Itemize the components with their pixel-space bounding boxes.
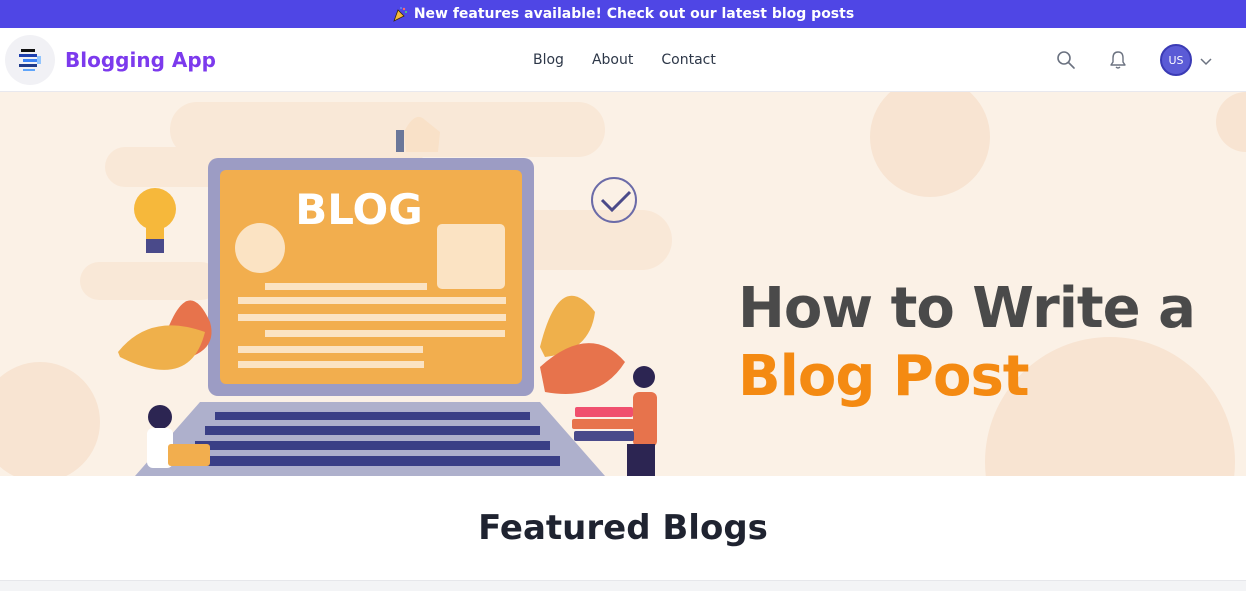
brand-name[interactable]: Blogging App xyxy=(65,48,216,72)
main-nav: Blog About Contact xyxy=(533,28,716,92)
app-logo[interactable] xyxy=(5,34,55,85)
hero-title-line1: How to Write a xyxy=(738,276,1196,341)
nav-actions: US xyxy=(1054,28,1212,92)
party-popper-icon xyxy=(392,6,408,22)
announcement-bar: New features available! Check out our la… xyxy=(0,0,1246,28)
nav-link-about[interactable]: About xyxy=(592,52,633,68)
hero-title: How to Write a Blog Post xyxy=(738,275,1196,411)
bell-icon[interactable] xyxy=(1106,48,1130,72)
user-avatar[interactable]: US xyxy=(1160,44,1192,76)
hero-banner: BLOG How to Write a Blog Post xyxy=(0,92,1246,476)
announcement-text[interactable]: New features available! Check out our la… xyxy=(414,6,854,22)
nav-link-contact[interactable]: Contact xyxy=(661,52,715,68)
featured-heading: Featured Blogs xyxy=(478,508,768,548)
search-icon[interactable] xyxy=(1054,48,1078,72)
featured-section: Featured Blogs xyxy=(0,476,1246,580)
hero-title-line2: Blog Post xyxy=(738,344,1030,409)
hero-image-label: BLOG xyxy=(295,185,422,234)
chevron-down-icon[interactable] xyxy=(1200,51,1212,70)
content-divider xyxy=(0,580,1246,591)
top-navbar: Blogging App Blog About Contact US xyxy=(0,28,1246,92)
nav-link-blog[interactable]: Blog xyxy=(533,52,564,68)
